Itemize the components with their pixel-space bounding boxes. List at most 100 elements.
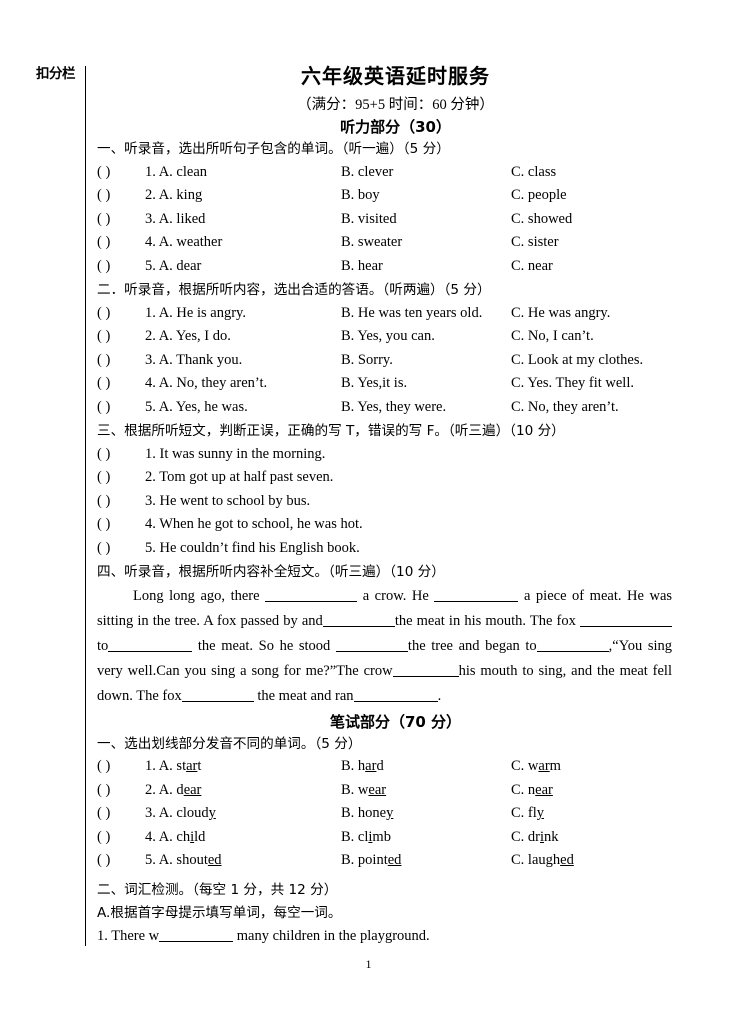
cloze-blank-10[interactable] [353, 687, 438, 702]
option-a[interactable]: 3. A. Thank you. [145, 349, 341, 372]
option-b[interactable]: B. Yes,it is. [341, 372, 511, 395]
answer-bracket[interactable]: ( ) [97, 349, 145, 372]
passage-text: . [437, 687, 442, 704]
section-heading-listening-3: 三、根据所听短文，判断正误，正确的写 T，错误的写 F。（听三遍）（10 分） [97, 423, 565, 440]
cloze-blank-5[interactable] [108, 637, 193, 652]
option-b[interactable]: B. climb [341, 826, 511, 849]
option-c[interactable]: C. near [511, 255, 672, 278]
cloze-blank-2[interactable] [434, 587, 519, 603]
cloze-blank-7[interactable] [536, 637, 609, 652]
question-row: ( ) 3. A. cloudy B. honey C. fly [97, 802, 672, 825]
option-a[interactable]: 2. A. dear [145, 779, 341, 802]
cloze-blank-4[interactable] [580, 612, 673, 628]
exam-subtitle: （满分：95+5 时间：60 分钟） [297, 97, 494, 113]
question-row: ( ) 1. A. clean B. clever C. class [97, 161, 672, 184]
option-b[interactable]: B. hard [341, 755, 511, 778]
option-a[interactable]: 1. A. He is angry. [145, 302, 341, 325]
option-b[interactable]: B. wear [341, 779, 511, 802]
section-heading-listening-1: 一、听录音，选出所听句子包含的单词。（听一遍）（5 分） [97, 141, 450, 157]
option-b[interactable]: B. boy [341, 184, 511, 207]
answer-bracket[interactable]: ( ) [97, 443, 145, 466]
cloze-blank-8[interactable] [392, 662, 459, 677]
option-c[interactable]: C. fly [511, 802, 672, 825]
passage-text: a crow. He [362, 588, 429, 605]
option-b[interactable]: B. Yes, they were. [341, 396, 511, 419]
cloze-blank-6[interactable] [335, 637, 408, 652]
option-c[interactable]: C. No, I can’t. [511, 325, 672, 348]
option-a[interactable]: 3. A. cloudy [145, 802, 341, 825]
option-a[interactable]: 2. A. Yes, I do. [145, 325, 341, 348]
answer-bracket[interactable]: ( ) [97, 849, 145, 872]
option-a[interactable]: 1. A. clean [145, 161, 341, 184]
option-b[interactable]: B. sweater [341, 231, 511, 254]
option-a[interactable]: 4. A. child [145, 826, 341, 849]
exam-page: 扣分栏 六年级英语延时服务 （满分：95+5 时间：60 分钟） 听力部分（30… [0, 0, 737, 1020]
truefalse-row: ( ) 1. It was sunny in the morning. [97, 443, 672, 466]
answer-bracket[interactable]: ( ) [97, 396, 145, 419]
cloze-blank-9[interactable] [181, 687, 254, 702]
answer-bracket[interactable]: ( ) [97, 184, 145, 207]
option-c[interactable]: C. near [511, 779, 672, 802]
option-c[interactable]: C. showed [511, 208, 672, 231]
option-c[interactable]: C. class [511, 161, 672, 184]
option-a[interactable]: 5. A. shouted [145, 849, 341, 872]
deduction-column-divider [85, 66, 86, 946]
option-a[interactable]: 4. A. weather [145, 231, 341, 254]
option-c[interactable]: C. drink [511, 826, 672, 849]
answer-bracket[interactable]: ( ) [97, 826, 145, 849]
answer-bracket[interactable]: ( ) [97, 513, 145, 536]
option-c[interactable]: C. No, they aren’t. [511, 396, 672, 419]
question-row: ( ) 2. A. king B. boy C. people [97, 184, 672, 207]
option-a[interactable]: 4. A. No, they aren’t. [145, 372, 341, 395]
answer-bracket[interactable]: ( ) [97, 231, 145, 254]
option-a[interactable]: 1. A. start [145, 755, 341, 778]
truefalse-row: ( ) 2. Tom got up at half past seven. [97, 466, 672, 489]
vocab-item: 1. There w many children in the playgrou… [97, 924, 672, 948]
option-b[interactable]: B. visited [341, 208, 511, 231]
answer-bracket[interactable]: ( ) [97, 755, 145, 778]
option-c[interactable]: C. sister [511, 231, 672, 254]
option-b[interactable]: B. Sorry. [341, 349, 511, 372]
option-c[interactable]: C. people [511, 184, 672, 207]
cloze-blank-1[interactable] [265, 587, 358, 603]
option-b[interactable]: B. honey [341, 802, 511, 825]
option-a[interactable]: 3. A. liked [145, 208, 341, 231]
question-row: ( ) 3. A. liked B. visited C. showed [97, 208, 672, 231]
answer-bracket[interactable]: ( ) [97, 490, 145, 513]
vocab-blank[interactable] [159, 928, 234, 943]
answer-bracket[interactable]: ( ) [97, 325, 145, 348]
option-b[interactable]: B. Yes, you can. [341, 325, 511, 348]
section-subheading-written-2a: A.根据首字母提示填写单词，每空一词。 [97, 904, 342, 921]
option-c[interactable]: C. laughed [511, 849, 672, 872]
answer-bracket[interactable]: ( ) [97, 466, 145, 489]
section-heading-written-1: 一、选出划线部分发音不同的单词。（5 分） [97, 735, 362, 752]
section-heading-listening-2: 二．听录音，根据所听内容，选出合适的答语。（听两遍）（5 分） [97, 282, 491, 299]
answer-bracket[interactable]: ( ) [97, 779, 145, 802]
option-c[interactable]: C. Yes. They fit well. [511, 372, 672, 395]
question-row: ( ) 3. A. Thank you. B. Sorry. C. Look a… [97, 349, 672, 372]
question-row: ( ) 1. A. start B. hard C. warm [97, 755, 672, 778]
answer-bracket[interactable]: ( ) [97, 208, 145, 231]
option-b[interactable]: B. hear [341, 255, 511, 278]
statement-text: 1. It was sunny in the morning. [145, 445, 326, 462]
question-row: ( ) 5. A. Yes, he was. B. Yes, they were… [97, 396, 672, 419]
option-c[interactable]: C. He was angry. [511, 302, 672, 325]
answer-bracket[interactable]: ( ) [97, 255, 145, 278]
cloze-blank-3[interactable] [322, 612, 395, 628]
passage-text: Long long ago, there [133, 588, 260, 605]
answer-bracket[interactable]: ( ) [97, 372, 145, 395]
answer-bracket[interactable]: ( ) [97, 537, 145, 560]
answer-bracket[interactable]: ( ) [97, 802, 145, 825]
option-c[interactable]: C. Look at my clothes. [511, 349, 672, 372]
option-c[interactable]: C. warm [511, 755, 672, 778]
passage-text: the tree and began to [407, 637, 537, 654]
option-a[interactable]: 5. A. Yes, he was. [145, 396, 341, 419]
answer-bracket[interactable]: ( ) [97, 302, 145, 325]
question-row: ( ) 4. A. weather B. sweater C. sister [97, 231, 672, 254]
option-b[interactable]: B. pointed [341, 849, 511, 872]
option-b[interactable]: B. He was ten years old. [341, 302, 511, 325]
option-a[interactable]: 5. A. dear [145, 255, 341, 278]
option-b[interactable]: B. clever [341, 161, 511, 184]
option-a[interactable]: 2. A. king [145, 184, 341, 207]
answer-bracket[interactable]: ( ) [97, 161, 145, 184]
